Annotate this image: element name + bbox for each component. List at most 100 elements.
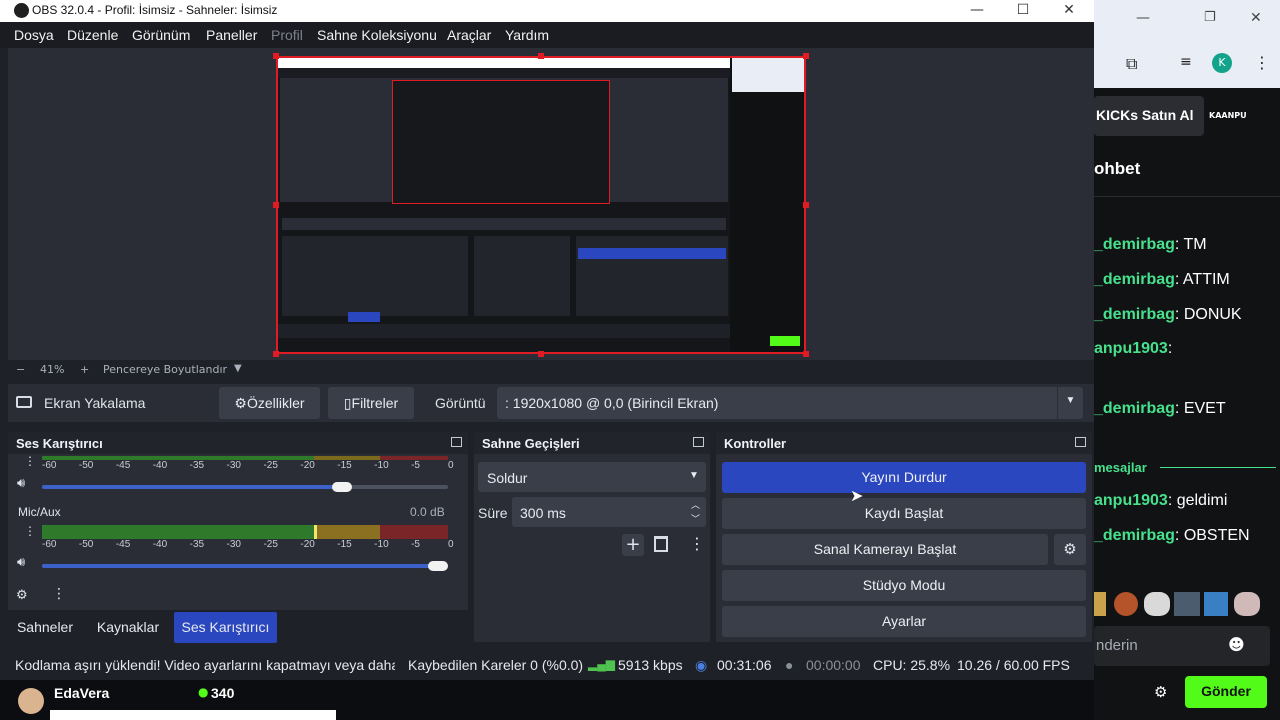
tab-scenes[interactable]: Sahneler	[8, 612, 82, 643]
menu-scene-collection[interactable]: Sahne Koleksiyonu	[317, 27, 437, 43]
chevron-up-icon[interactable]: ︿	[691, 498, 700, 511]
gear-icon[interactable]: ⚙	[1154, 683, 1167, 701]
speaker-icon[interactable]: 🔊︎	[17, 476, 25, 491]
stop-stream-button[interactable]: Yayını Durdur	[722, 462, 1086, 493]
record-time: 00:00:00	[806, 657, 861, 673]
monitor-icon	[16, 396, 32, 408]
tab-sources[interactable]: Kaynaklar	[88, 612, 168, 643]
zoom-in-button[interactable]: +	[80, 363, 89, 376]
send-button[interactable]: Gönder	[1185, 676, 1267, 708]
volume-slider-knob[interactable]	[332, 482, 353, 492]
resize-handle[interactable]	[803, 351, 809, 357]
chevron-down-icon[interactable]: ﹀	[691, 512, 700, 525]
meter-tick-label: 0	[448, 539, 454, 550]
zoom-dropdown-icon[interactable]: ▼	[234, 363, 242, 374]
resize-handle[interactable]	[538, 53, 544, 59]
kebab-icon[interactable]: ⋮	[52, 586, 66, 602]
emote-icon[interactable]	[1144, 592, 1170, 616]
meter-tick-label: -15	[337, 539, 352, 550]
resize-handle[interactable]	[803, 202, 809, 208]
kicks-banner[interactable]: KICKs Satın Al	[1094, 96, 1204, 136]
emote-icon[interactable]	[1114, 592, 1138, 616]
preview-mini-srcbar	[282, 218, 726, 230]
chevron-down-icon[interactable]: ▼	[682, 462, 706, 492]
kebab-icon[interactable]: ⋮	[689, 534, 705, 553]
chat-message: _demirbag: OBSTEN	[1094, 527, 1250, 544]
media-icon[interactable]: ≡	[1180, 54, 1192, 70]
chevron-down-icon[interactable]: ▼	[1057, 387, 1083, 419]
transition-select[interactable]: Soldur ▼	[478, 462, 706, 492]
restore-icon[interactable]: ❐	[1204, 10, 1216, 25]
meter-tick-label: -10	[374, 460, 389, 471]
speaker-icon[interactable]: 🔊︎	[17, 555, 25, 570]
emote-icon[interactable]	[1094, 592, 1106, 616]
close-icon[interactable]: ✕	[1250, 10, 1262, 26]
preview-mini-mixer	[282, 236, 468, 316]
kebab-icon[interactable]: ⋮	[1254, 53, 1270, 72]
emote-icon[interactable]	[1234, 592, 1260, 616]
audio-meter-warning	[314, 525, 380, 539]
maximize-icon[interactable]: ☐	[1000, 0, 1046, 22]
audio-mixer-dock: Ses Karıştırıcı ⋮ -60 -50 -45 -40 -35 -30 -25-…	[8, 432, 468, 610]
menu-view[interactable]: Görünüm	[132, 27, 190, 43]
undock-icon[interactable]	[451, 437, 462, 447]
chat-message: _demirbag: ATTIM	[1094, 271, 1230, 288]
preview-mini-status	[278, 324, 730, 338]
mixer-settings-icon[interactable]: ⚙	[16, 588, 28, 603]
properties-button[interactable]: ⚙Özellikler	[219, 387, 320, 419]
chat-message: anpu1903:	[1094, 340, 1173, 357]
channel-name: Mic/Aux	[18, 505, 61, 519]
minimize-icon[interactable]: —	[1136, 10, 1150, 26]
chat-input[interactable]: nderin ☻	[1094, 626, 1270, 666]
stream-live-icon: ◉	[695, 657, 708, 673]
preview-canvas[interactable]	[276, 56, 806, 354]
menu-help[interactable]: Yardım	[505, 27, 549, 43]
kebab-icon[interactable]: ⋮	[24, 524, 36, 538]
start-recording-button[interactable]: Kaydı Başlat	[722, 498, 1086, 529]
emoji-icon[interactable]: ☻	[1228, 635, 1245, 654]
resize-handle[interactable]	[803, 53, 809, 59]
resize-handle[interactable]	[273, 53, 279, 59]
menu-profile[interactable]: Profil	[271, 27, 303, 43]
menu-docks[interactable]: Paneller	[206, 27, 257, 43]
tab-audio-mixer[interactable]: Ses Karıştırıcı	[174, 612, 277, 643]
meter-tick-label: -5	[411, 460, 420, 471]
resize-to-window-button[interactable]: Pencereye Boyutlandır	[103, 363, 227, 376]
signal-icon: ▂▄▆	[588, 657, 615, 671]
filters-button[interactable]: ▯Filtreler	[328, 387, 414, 419]
menu-tools[interactable]: Araçlar	[447, 27, 491, 43]
settings-button[interactable]: Ayarlar	[722, 606, 1086, 637]
meter-tick-label: -30	[226, 539, 241, 550]
emote-icon[interactable]	[1174, 592, 1200, 616]
add-transition-button[interactable]: +	[622, 534, 644, 556]
profile-avatar[interactable]: K	[1212, 53, 1232, 73]
undock-icon[interactable]	[1075, 437, 1086, 447]
virtual-camera-settings-icon[interactable]: ⚙	[1054, 534, 1086, 565]
extensions-icon[interactable]: ⧉	[1126, 54, 1137, 74]
resize-handle[interactable]	[538, 351, 544, 357]
emote-icon[interactable]	[1204, 592, 1228, 616]
browser-toolbar: — ❐ ✕ ⧉ ≡ K ⋮	[1094, 0, 1280, 88]
meter-tick-label: -50	[78, 539, 94, 550]
zoom-out-button[interactable]: −	[16, 363, 25, 376]
undock-icon[interactable]	[693, 437, 704, 447]
menu-bar: Dosya Düzenle Görünüm Paneller Profil Sa…	[0, 22, 1094, 48]
minimize-icon[interactable]: —	[954, 0, 1000, 22]
meter-tick-label: -20	[300, 539, 315, 550]
resize-handle[interactable]	[273, 202, 279, 208]
volume-slider-knob[interactable]	[428, 561, 448, 571]
menu-file[interactable]: Dosya	[14, 27, 54, 43]
display-select[interactable]: : 1920x1080 @ 0,0 (Birincil Ekran) ▼	[497, 387, 1083, 419]
duration-input[interactable]: 300 ms ︿ ﹀	[512, 497, 706, 527]
preview-mini-stop	[578, 248, 726, 259]
preview-mini-transitions	[474, 236, 570, 316]
source-name: Ekran Yakalama	[44, 395, 146, 411]
start-virtual-camera-button[interactable]: Sanal Kamerayı Başlat	[722, 534, 1048, 565]
trash-icon[interactable]	[654, 536, 668, 552]
close-icon[interactable]: ✕	[1046, 0, 1092, 22]
avatar	[18, 688, 44, 714]
resize-handle[interactable]	[273, 351, 279, 357]
studio-mode-button[interactable]: Stüdyo Modu	[722, 570, 1086, 601]
meter-tick-label: -20	[300, 460, 315, 471]
menu-edit[interactable]: Düzenle	[67, 27, 118, 43]
